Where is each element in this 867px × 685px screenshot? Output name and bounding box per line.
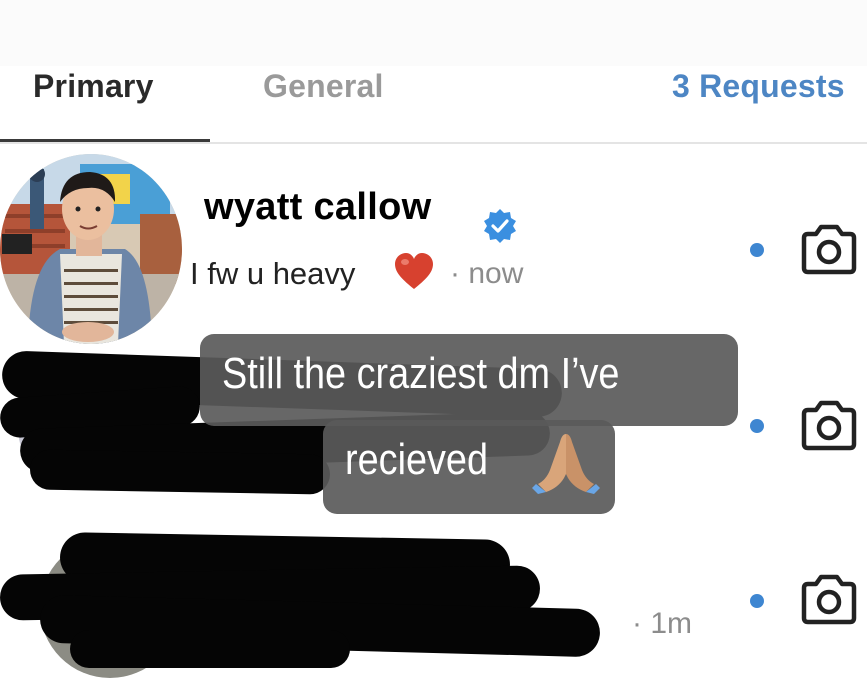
thread-timestamp: · now [450, 257, 524, 290]
caption-line-1: Still the craziest dm I’ve [222, 349, 620, 398]
unread-indicator [750, 594, 764, 608]
verified-badge-icon [484, 209, 516, 243]
camera-icon[interactable] [798, 572, 860, 628]
avatar[interactable] [0, 154, 182, 344]
unread-indicator [750, 243, 764, 257]
folded-hands-icon [532, 434, 600, 494]
tab-primary[interactable]: Primary [33, 68, 154, 105]
unread-indicator [750, 419, 764, 433]
redaction-scribble [29, 449, 331, 495]
caption-box: Still the craziest dm I’ve [200, 334, 738, 426]
camera-icon[interactable] [798, 398, 860, 454]
tab-requests[interactable]: 3 Requests [672, 68, 845, 105]
avatar-photo [0, 154, 182, 344]
tab-divider [0, 142, 867, 144]
thread-message-preview: I fw u heavy [190, 256, 356, 291]
redaction-scribble [70, 630, 350, 668]
instagram-dm-inbox: Primary General 3 Requests wyatt callow … [0, 0, 867, 685]
caption-line-2: recieved [345, 435, 489, 484]
tab-general[interactable]: General [263, 68, 384, 105]
red-heart-icon [395, 253, 433, 289]
camera-icon[interactable] [798, 222, 860, 278]
inbox-tabs: Primary General 3 Requests [0, 60, 867, 144]
status-bar-area [0, 0, 867, 66]
thread-name: wyatt callow [204, 186, 432, 228]
thread-timestamp: · 1m [632, 607, 692, 640]
